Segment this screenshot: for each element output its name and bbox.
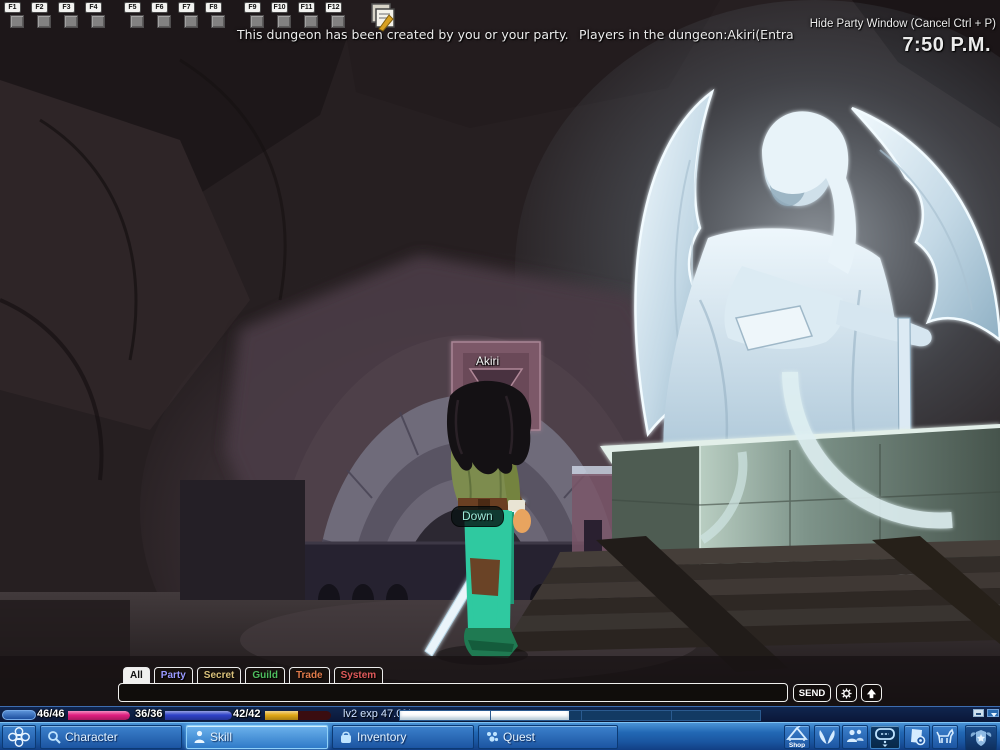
hotkey-icon-slot[interactable] [211,15,225,28]
party-button[interactable] [842,725,868,749]
pet-dog-icon [934,727,956,747]
skill-button[interactable]: Skill [186,725,328,749]
chat-send-button[interactable]: SEND [793,684,831,702]
mp-value: 36/36 [135,708,163,720]
chat-tab-all[interactable]: All [123,667,150,683]
chat-tab-guild[interactable]: Guild [245,667,285,683]
wings-button[interactable] [814,725,840,749]
hotkey-slot-f3[interactable]: F3 [58,2,82,28]
hotkey-slot-f1[interactable]: F1 [4,2,28,28]
status-bar: 46/46 36/36 42/42 lv2 exp 47.0% [0,706,1000,722]
hotkey-icon-slot[interactable] [10,15,24,28]
hp-bar-fill [68,711,130,720]
hotkey-icon-slot[interactable] [37,15,51,28]
chat-tab-secret[interactable]: Secret [197,667,242,683]
hud-minimize-button[interactable] [973,709,984,717]
hide-party-window-hint: Hide Party Window (Cancel Ctrl + P) [810,18,996,30]
hotkey-icon-slot[interactable] [130,15,144,28]
gear-icon [841,688,852,699]
guild-crest-button[interactable] [965,725,997,750]
mp-bar-fill [165,711,232,720]
skill-person-icon [193,730,206,744]
hotkey-bar: F1 F2 F3 F4 F5 F6 F7 F8 F9 F10 F11 F12 [4,2,364,28]
hotkey-icon-slot[interactable] [64,15,78,28]
party-people-icon [845,728,865,746]
dungeon-down-label[interactable]: Down [451,506,504,527]
hud-collapse-button[interactable] [987,709,999,717]
stamina-bar [265,711,331,720]
game-clock: 7:50 P.M. [902,34,991,57]
quest-paw-icon [485,730,499,744]
hotkey-slot-f4[interactable]: F4 [85,2,109,28]
bag-icon [339,730,353,744]
chat-bubble-icon [873,727,897,747]
hotkey-slot-f5[interactable]: F5 [124,2,148,28]
celtic-knot-icon [8,727,30,747]
hotkey-slot-f12[interactable]: F12 [325,2,349,28]
hotkey-slot-f6[interactable]: F6 [151,2,175,28]
main-menu-button[interactable] [2,725,36,749]
guild-crest-icon [968,727,994,749]
hotkey-slot-f9[interactable]: F9 [244,2,268,28]
hp-bar [68,711,130,720]
map-scroll-button[interactable] [904,725,930,749]
hotkey-icon-slot[interactable] [157,15,171,28]
pet-button[interactable] [932,725,958,749]
map-scroll-icon [907,727,927,747]
status-bar-left-cap [2,710,36,720]
exp-bar-fill [400,711,569,720]
quest-button[interactable]: Quest [478,725,618,749]
shop-button[interactable]: Shop [784,725,810,749]
hotkey-slot-f2[interactable]: F2 [31,2,55,28]
hotkey-slot-f7[interactable]: F7 [178,2,202,28]
main-menu-taskbar: Character Skill Inventory Quest [0,722,1000,750]
inventory-button[interactable]: Inventory [332,725,474,749]
wings-icon [816,728,838,746]
chat-input[interactable] [118,683,788,702]
chat-tab-trade[interactable]: Trade [289,667,330,683]
hotkey-slot-f11[interactable]: F11 [298,2,322,28]
chat-tab-party[interactable]: Party [154,667,193,683]
hotkey-slot-f10[interactable]: F10 [271,2,295,28]
dungeon-notice-text: This dungeon has been created by you or … [237,27,569,42]
stamina-bar-fill [265,711,298,720]
hotkey-icon-slot[interactable] [184,15,198,28]
magnifier-icon [47,730,61,744]
character-button[interactable]: Character [40,725,182,749]
hotkey-icon-slot[interactable] [91,15,105,28]
shop-tent-icon: Shop [785,726,809,748]
player-name-tag: Akiri [445,354,530,368]
chat-tab-bar: All Party Secret Guild Trade System [123,667,387,683]
up-arrow-icon [866,688,877,699]
mp-bar [165,711,232,720]
exp-bar [399,710,761,721]
hotkey-slot-f8[interactable]: F8 [205,2,229,28]
game-screen: F1 F2 F3 F4 F5 F6 F7 F8 F9 F10 F11 F12 T… [0,0,1000,750]
svg-text:Shop: Shop [789,742,805,748]
chat-tab-system[interactable]: System [334,667,384,683]
hp-value: 46/46 [37,708,65,720]
players-in-dungeon-text: Players in the dungeon:Akiri(Entra [579,27,794,42]
chat-log-expand-button[interactable] [861,684,882,702]
stamina-value: 42/42 [233,708,261,720]
chat-options-button[interactable] [836,684,857,702]
chat-window-button[interactable] [870,725,900,749]
